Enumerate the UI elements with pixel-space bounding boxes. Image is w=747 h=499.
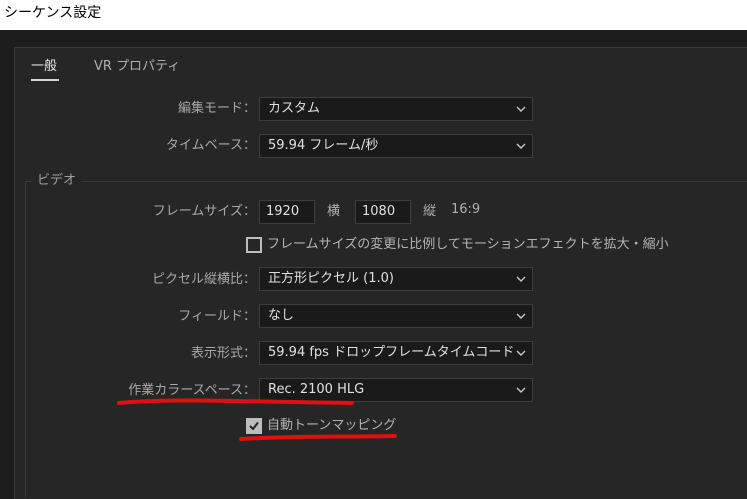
annotation-underlines — [117, 398, 397, 441]
annotation-underline-color-space — [117, 398, 354, 405]
annotation-underline-tone-mapping — [239, 434, 397, 441]
